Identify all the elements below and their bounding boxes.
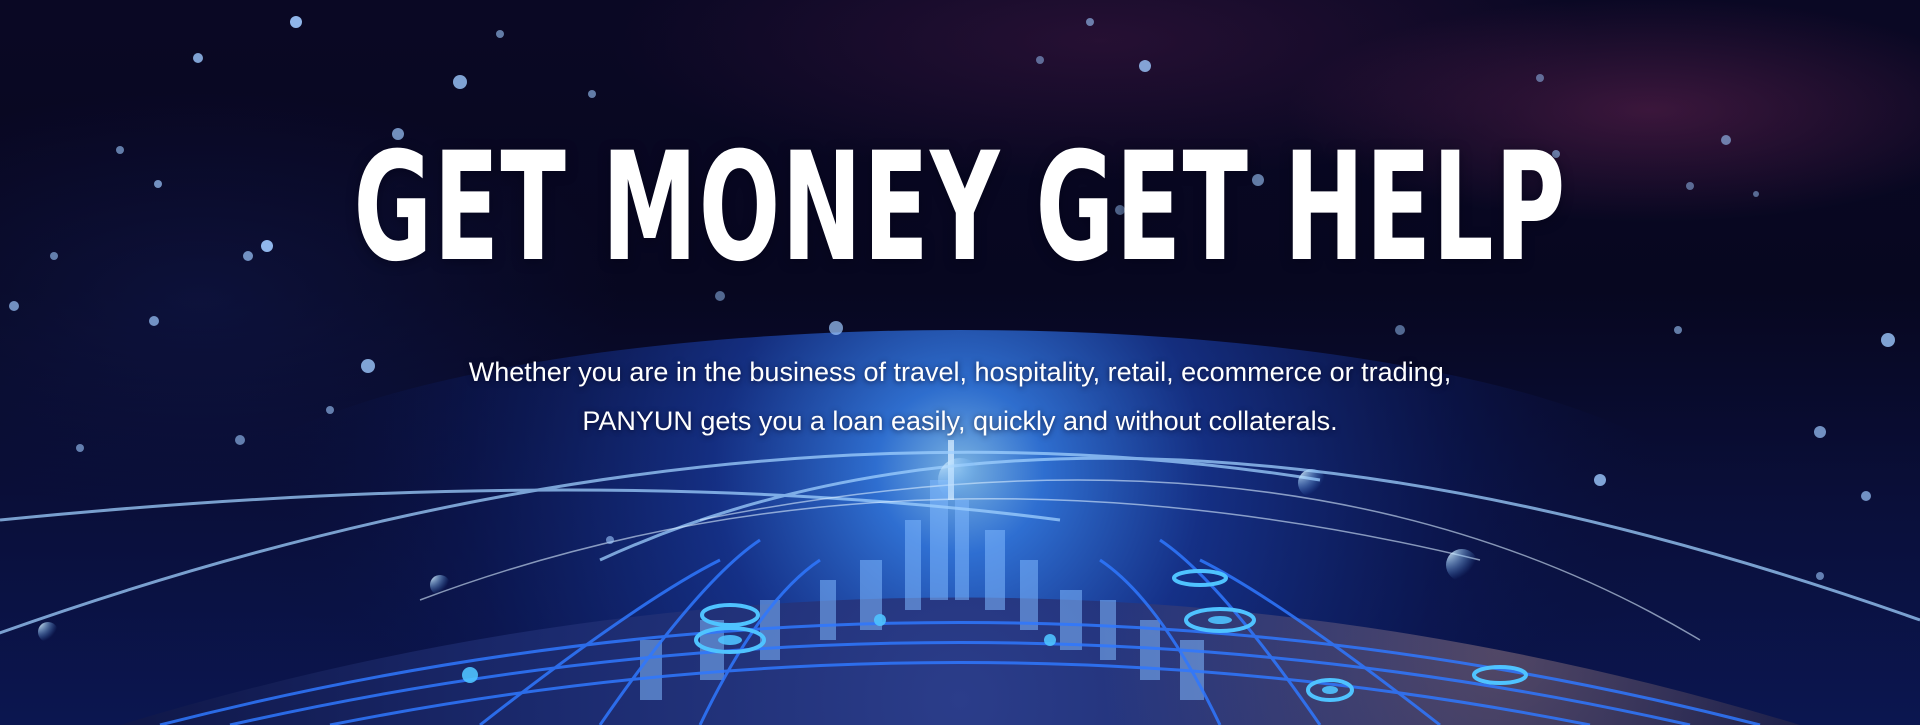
hero-subline-2: PANYUN gets you a loan easily, quickly a… [582, 406, 1338, 436]
hero-copy: GET MONEY GET HELP Whether you are in th… [0, 0, 1920, 725]
hero-subline-1: Whether you are in the business of trave… [468, 357, 1452, 387]
hero-headline: GET MONEY GET HELP [353, 121, 1567, 295]
hero-banner: GET MONEY GET HELP Whether you are in th… [0, 0, 1920, 725]
